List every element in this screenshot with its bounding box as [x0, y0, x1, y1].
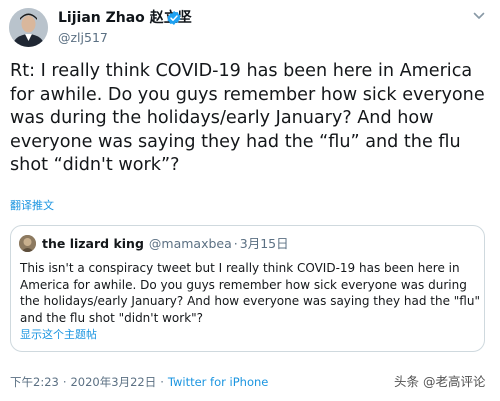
quoted-header: the lizard king @mamaxbea · 3月15日 — [42, 236, 289, 252]
verified-badge-icon — [167, 11, 181, 25]
translate-tweet-link[interactable]: 翻译推文 — [10, 199, 54, 213]
quoted-text: This isn't a conspiracy tweet but I real… — [20, 261, 480, 325]
watermark: 头条 @老高评论 — [394, 374, 486, 389]
chevron-down-icon[interactable] — [473, 11, 485, 21]
author-handle[interactable]: @zlj517 — [58, 30, 108, 45]
separator-dot: · — [62, 375, 67, 389]
quoted-tweet[interactable]: the lizard king @mamaxbea · 3月15日 This isn'… — [10, 225, 485, 352]
quoted-avatar[interactable] — [19, 235, 36, 252]
author-avatar[interactable] — [9, 8, 48, 47]
tweet-date[interactable]: 2020年3月22日 — [70, 375, 156, 389]
tweet-time[interactable]: 下午2:23 — [10, 375, 59, 389]
author-name-en: Lijian Zhao — [58, 10, 145, 26]
show-thread-link[interactable]: 显示这个主题帖 — [20, 328, 97, 342]
tweet-metadata: 下午2:23 · 2020年3月22日 · Twitter for iPhone — [10, 375, 268, 389]
tweet-source[interactable]: Twitter for iPhone — [168, 375, 269, 389]
tweet-card: Lijian Zhao赵立坚 @zlj517 Rt: I really thin… — [0, 0, 500, 401]
tweet-text: Rt: I really think COVID-19 has been her… — [10, 61, 485, 175]
quoted-author-name[interactable]: the lizard king — [42, 236, 144, 251]
separator-dot: · — [160, 375, 164, 389]
quoted-author-handle[interactable]: @mamaxbea — [149, 236, 232, 251]
separator-dot: · — [233, 236, 238, 251]
quoted-date[interactable]: 3月15日 — [240, 236, 289, 251]
